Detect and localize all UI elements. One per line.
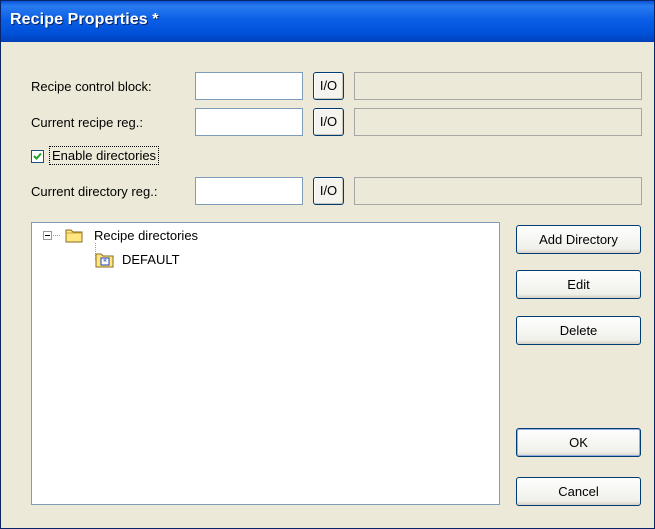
checkmark-icon: [33, 152, 42, 160]
current-recipe-reg-info: [354, 108, 642, 136]
current-directory-reg-io-button[interactable]: I/O: [313, 177, 344, 205]
default-folder-icon: *: [95, 253, 114, 268]
current-recipe-reg-label: Current recipe reg.:: [31, 115, 143, 130]
recipe-control-block-info: [354, 72, 642, 100]
current-recipe-reg-input[interactable]: [195, 108, 303, 136]
ok-button[interactable]: OK: [516, 428, 641, 457]
current-directory-reg-info: [354, 177, 642, 205]
edit-button[interactable]: Edit: [516, 270, 641, 299]
add-directory-button[interactable]: Add Directory: [516, 225, 641, 254]
recipe-control-block-io-button[interactable]: I/O: [313, 72, 344, 100]
recipe-properties-dialog: Recipe Properties * Recipe control block…: [0, 0, 655, 529]
enable-directories-checkbox[interactable]: [31, 150, 44, 163]
collapse-icon[interactable]: [43, 231, 52, 240]
folder-icon: [65, 229, 83, 243]
tree-root-label[interactable]: Recipe directories: [94, 228, 198, 243]
current-directory-reg-input[interactable]: [195, 177, 303, 205]
cancel-button[interactable]: Cancel: [516, 477, 641, 506]
window-title: Recipe Properties *: [10, 11, 159, 28]
delete-button[interactable]: Delete: [516, 316, 641, 345]
enable-directories-label[interactable]: Enable directories: [49, 146, 160, 165]
current-recipe-reg-io-button[interactable]: I/O: [313, 108, 344, 136]
current-directory-reg-label: Current directory reg.:: [31, 184, 158, 199]
svg-text:*: *: [103, 258, 107, 267]
tree-item-default[interactable]: DEFAULT: [122, 252, 180, 267]
recipe-control-block-label: Recipe control block:: [31, 79, 152, 94]
recipe-directory-tree[interactable]: Recipe directories * DEFAULT: [31, 222, 500, 505]
title-bar[interactable]: Recipe Properties *: [1, 1, 654, 42]
recipe-control-block-input[interactable]: [195, 72, 303, 100]
